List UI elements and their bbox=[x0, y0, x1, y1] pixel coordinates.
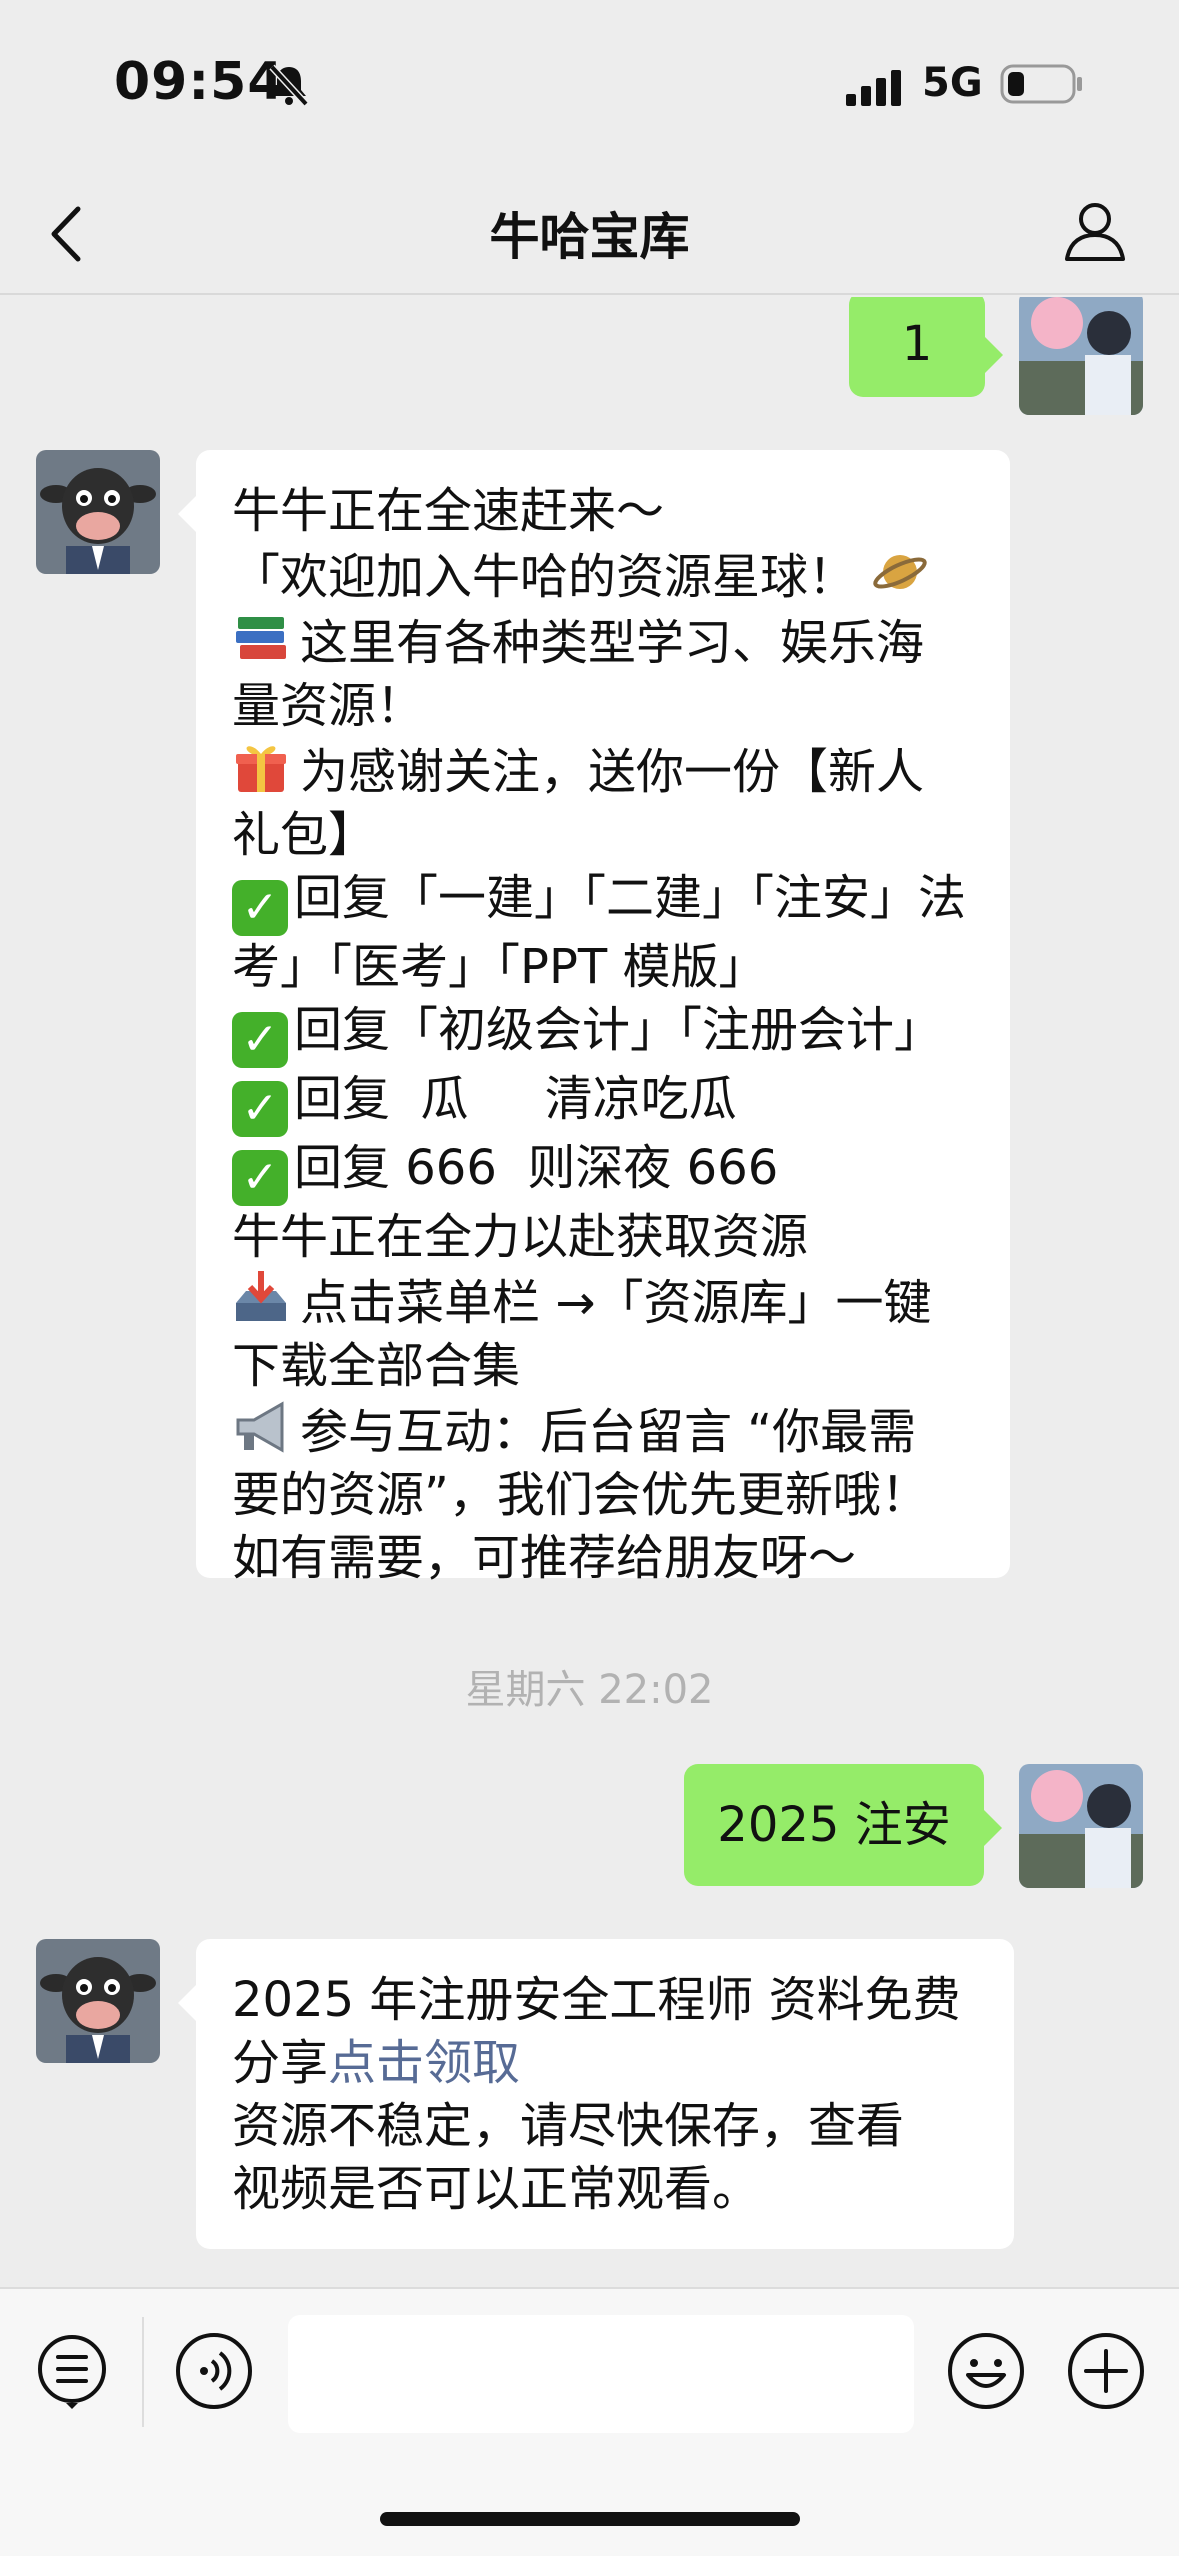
message-line: 参与互动：后台留言 “你最需 bbox=[300, 1404, 917, 1460]
battery-icon bbox=[1000, 64, 1082, 104]
message-line: 2025 年注册安全工程师 资料免费 bbox=[232, 1972, 961, 2028]
voice-icon[interactable] bbox=[172, 2329, 256, 2413]
claim-link[interactable]: 点击领取 bbox=[328, 2035, 520, 2091]
message-line: 分享 bbox=[232, 2035, 329, 2091]
status-bar: 09:54 5G bbox=[0, 0, 1179, 175]
plus-icon[interactable] bbox=[1064, 2329, 1148, 2413]
message-line: 回复 瓜 清凉吃瓜 bbox=[294, 1071, 737, 1127]
inbox-tray-icon bbox=[236, 1271, 286, 1321]
message-list[interactable]: 1 牛牛正在全速赶来～ 「欢迎加入牛哈的资源星球！ 这里有各种类型学习、娱乐海 … bbox=[0, 297, 1179, 2287]
home-indicator[interactable] bbox=[380, 2512, 800, 2526]
message-line: 这里有各种类型学习、娱乐海 bbox=[300, 615, 925, 671]
emoji-icon[interactable] bbox=[944, 2329, 1028, 2413]
message-line: 回复「初级会计」「注册会计」 bbox=[294, 1002, 943, 1058]
outgoing-message[interactable]: 2025 注安 bbox=[684, 1764, 1002, 1886]
message-line: 回复 666 则深夜 666 bbox=[294, 1140, 779, 1196]
message-line: 下载全部合集 bbox=[232, 1338, 521, 1394]
message-line: 牛牛正在全速赶来～ bbox=[232, 483, 665, 539]
message-line: 如有需要，可推荐给朋友呀～ bbox=[232, 1530, 857, 1586]
message-line: 为感谢关注，送你一份【新人 bbox=[300, 744, 925, 800]
message-line: 资源不稳定，请尽快保存，查看 bbox=[232, 2098, 905, 2154]
message-timestamp: 星期六 22:02 bbox=[465, 1667, 714, 1713]
check-mark-icon: ✓ bbox=[232, 1150, 288, 1206]
status-time: 09:54 bbox=[114, 52, 285, 112]
chat-header: 牛哈宝库 bbox=[0, 175, 1179, 295]
message-line: 量资源！ bbox=[232, 678, 425, 734]
message-input[interactable] bbox=[288, 2315, 914, 2433]
signal-icon bbox=[846, 70, 901, 106]
incoming-message[interactable]: 2025 年注册安全工程师 资料免费 分享点击领取 资源不稳定，请尽快保存，查看… bbox=[178, 1939, 1014, 2249]
message-line: 视频是否可以正常观看。 bbox=[232, 2161, 761, 2217]
check-mark-icon: ✓ bbox=[232, 880, 288, 936]
network-type: 5G bbox=[922, 60, 983, 106]
message-line: 礼包】 bbox=[232, 807, 377, 863]
message-line: 牛牛正在全力以赴获取资源 bbox=[232, 1209, 809, 1265]
menu-list-icon[interactable] bbox=[30, 2329, 114, 2413]
chat-title: 牛哈宝库 bbox=[489, 208, 690, 266]
incoming-message[interactable]: 牛牛正在全速赶来～ 「欢迎加入牛哈的资源星球！ 这里有各种类型学习、娱乐海 量资… bbox=[178, 450, 1010, 1586]
books-icon bbox=[236, 617, 286, 659]
message-line: 考」「医考」「PPT 模版」 bbox=[232, 939, 767, 995]
outgoing-message[interactable]: 1 bbox=[849, 297, 1003, 397]
bell-off-icon bbox=[269, 64, 309, 107]
official-account-avatar[interactable] bbox=[36, 1939, 160, 2063]
message-text: 1 bbox=[901, 316, 933, 372]
message-line: 「欢迎加入牛哈的资源星球！ bbox=[232, 549, 857, 605]
message-line: 回复「一建」「二建」「注安」法 bbox=[294, 870, 967, 926]
divider bbox=[142, 2317, 144, 2427]
check-mark-icon: ✓ bbox=[232, 1012, 288, 1068]
user-avatar[interactable] bbox=[1019, 1764, 1143, 1888]
gift-icon bbox=[236, 746, 286, 792]
ringed-planet-icon bbox=[873, 555, 927, 589]
official-account-avatar[interactable] bbox=[36, 450, 160, 574]
message-line: 要的资源”，我们会优先更新哦！ bbox=[232, 1467, 929, 1523]
megaphone-icon bbox=[236, 1401, 284, 1453]
message-text: 2025 注安 bbox=[717, 1797, 951, 1853]
message-line: 点击菜单栏 →「资源库」一键 bbox=[300, 1275, 932, 1331]
profile-icon[interactable] bbox=[1062, 197, 1128, 263]
check-mark-icon: ✓ bbox=[232, 1081, 288, 1137]
user-avatar[interactable] bbox=[1019, 297, 1143, 415]
